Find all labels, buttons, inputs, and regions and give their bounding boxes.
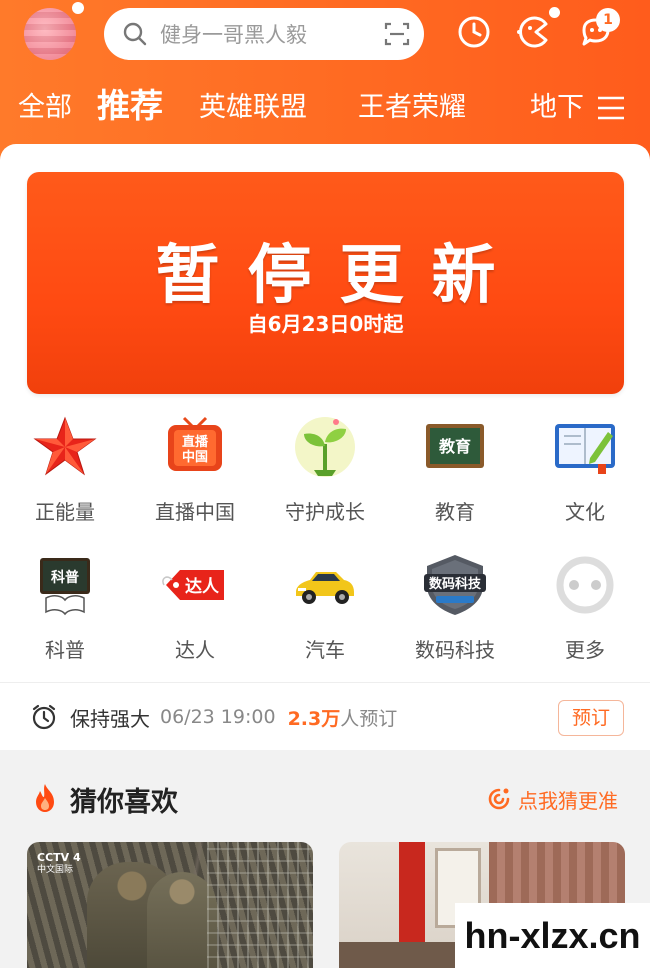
avatar-badge-dot bbox=[72, 2, 84, 14]
channel-logo-sub: 中文国际 bbox=[37, 865, 74, 875]
main-card: 暂停更新 自6月23日0时起 正能量 直播 中国 直播中国 守护成长 教育 教育… bbox=[0, 144, 650, 750]
search-placeholder[interactable]: 健身一哥黑人毅 bbox=[160, 19, 384, 49]
notice-banner[interactable]: 暂停更新 自6月23日0时起 bbox=[27, 172, 624, 394]
game-face-icon[interactable] bbox=[516, 14, 552, 50]
reservation-count-suffix: 人预订 bbox=[340, 707, 398, 730]
category-label: 更多 bbox=[565, 638, 605, 662]
tv-live-china-icon: 直播 中国 bbox=[168, 416, 222, 471]
tab-recommend[interactable]: 推荐 bbox=[97, 80, 163, 132]
guess-you-like-header: 猜你喜欢 点我猜更准 bbox=[0, 770, 650, 826]
guess-title: 猜你喜欢 bbox=[70, 787, 178, 818]
category-label: 直播中国 bbox=[155, 500, 235, 524]
svg-text:数码科技: 数码科技 bbox=[429, 576, 482, 592]
alarm-clock-icon bbox=[32, 704, 56, 730]
expert-tag-icon: 达人 bbox=[162, 570, 224, 600]
red-star-icon bbox=[33, 416, 97, 476]
top-header: 健身一哥黑人毅 1 全部 推荐 英雄联盟 王者荣耀 地下 bbox=[0, 0, 650, 160]
channel-logo-name: CCTV 4 bbox=[37, 851, 81, 864]
category-label: 数码科技 bbox=[415, 638, 495, 662]
avatar[interactable] bbox=[24, 8, 76, 60]
tab-all[interactable]: 全部 bbox=[18, 82, 72, 134]
reservation-time: 06/23 19:00 bbox=[160, 706, 276, 728]
blackboard-icon: 教育 bbox=[426, 424, 484, 468]
svg-text:达人: 达人 bbox=[185, 576, 220, 597]
fire-icon bbox=[36, 784, 54, 812]
tech-badge-icon: 数码科技 bbox=[424, 555, 486, 615]
banner-subtitle: 自6月23日0时起 bbox=[247, 312, 404, 336]
channel-logo: CCTV 4 中文国际 bbox=[37, 852, 81, 876]
guess-link-label: 点我猜更准 bbox=[518, 788, 618, 813]
thumbnail-flag bbox=[399, 842, 425, 952]
category-culture[interactable]: 文化 bbox=[520, 414, 650, 525]
category-live-china[interactable]: 直播 中国 直播中国 bbox=[130, 414, 260, 525]
refresh-swirl-icon bbox=[488, 788, 510, 810]
svg-text:科普: 科普 bbox=[51, 569, 79, 586]
category-education[interactable]: 教育 教育 bbox=[390, 414, 520, 525]
category-label: 守护成长 bbox=[285, 500, 365, 524]
reservation-row[interactable]: 保持强大 06/23 19:00 2.3万 人预订 bbox=[0, 684, 650, 750]
category-popular-science[interactable]: 科普 科普 bbox=[0, 552, 130, 663]
category-label: 达人 bbox=[175, 638, 215, 662]
watermark: hn-xlzx.cn bbox=[455, 903, 650, 968]
category-car[interactable]: 汽车 bbox=[260, 552, 390, 663]
science-board-icon: 科普 bbox=[40, 558, 90, 616]
menu-icon[interactable] bbox=[596, 94, 626, 122]
svg-text:教育: 教育 bbox=[439, 437, 471, 456]
category-expert[interactable]: 达人 达人 bbox=[130, 552, 260, 663]
tab-honor-of-kings[interactable]: 王者荣耀 bbox=[358, 82, 466, 134]
reserve-button[interactable]: 预订 bbox=[558, 700, 624, 736]
divider bbox=[0, 682, 650, 683]
category-label: 文化 bbox=[565, 500, 605, 524]
category-guard-growth[interactable]: 守护成长 bbox=[260, 414, 390, 525]
category-label: 教育 bbox=[435, 500, 475, 524]
svg-text:直播: 直播 bbox=[182, 434, 209, 450]
category-digital-tech[interactable]: 数码科技 数码科技 bbox=[390, 552, 520, 663]
reservation-count: 2.3万 bbox=[287, 707, 341, 730]
category-positive-energy[interactable]: 正能量 bbox=[0, 414, 130, 525]
tab-underground[interactable]: 地下 bbox=[530, 82, 584, 134]
car-icon bbox=[296, 572, 354, 604]
book-pen-icon bbox=[555, 424, 615, 474]
search-bar[interactable]: 健身一哥黑人毅 bbox=[104, 8, 424, 60]
more-icon bbox=[556, 556, 614, 614]
category-label: 正能量 bbox=[35, 500, 95, 524]
category-label: 科普 bbox=[45, 638, 85, 662]
category-tabs: 全部 推荐 英雄联盟 王者荣耀 地下 bbox=[0, 82, 650, 134]
thumbnail-fence bbox=[207, 842, 313, 968]
history-clock-icon[interactable] bbox=[456, 14, 492, 50]
category-label: 汽车 bbox=[305, 638, 345, 662]
svg-text:中国: 中国 bbox=[182, 449, 208, 465]
category-more[interactable]: 更多 bbox=[520, 552, 650, 663]
notification-badge: 1 bbox=[596, 8, 620, 32]
scan-icon[interactable] bbox=[384, 21, 410, 47]
video-thumbnail[interactable]: CCTV 4 中文国际 bbox=[27, 842, 313, 968]
banner-title: 暂停更新 bbox=[155, 239, 524, 313]
guess-more-accurate-link[interactable]: 点我猜更准 bbox=[486, 784, 618, 814]
sprout-icon bbox=[295, 417, 355, 477]
reservation-title: 保持强大 bbox=[70, 706, 150, 731]
message-badge-dot bbox=[549, 7, 560, 18]
tab-league-of-legends[interactable]: 英雄联盟 bbox=[199, 82, 307, 134]
search-icon bbox=[123, 22, 147, 46]
